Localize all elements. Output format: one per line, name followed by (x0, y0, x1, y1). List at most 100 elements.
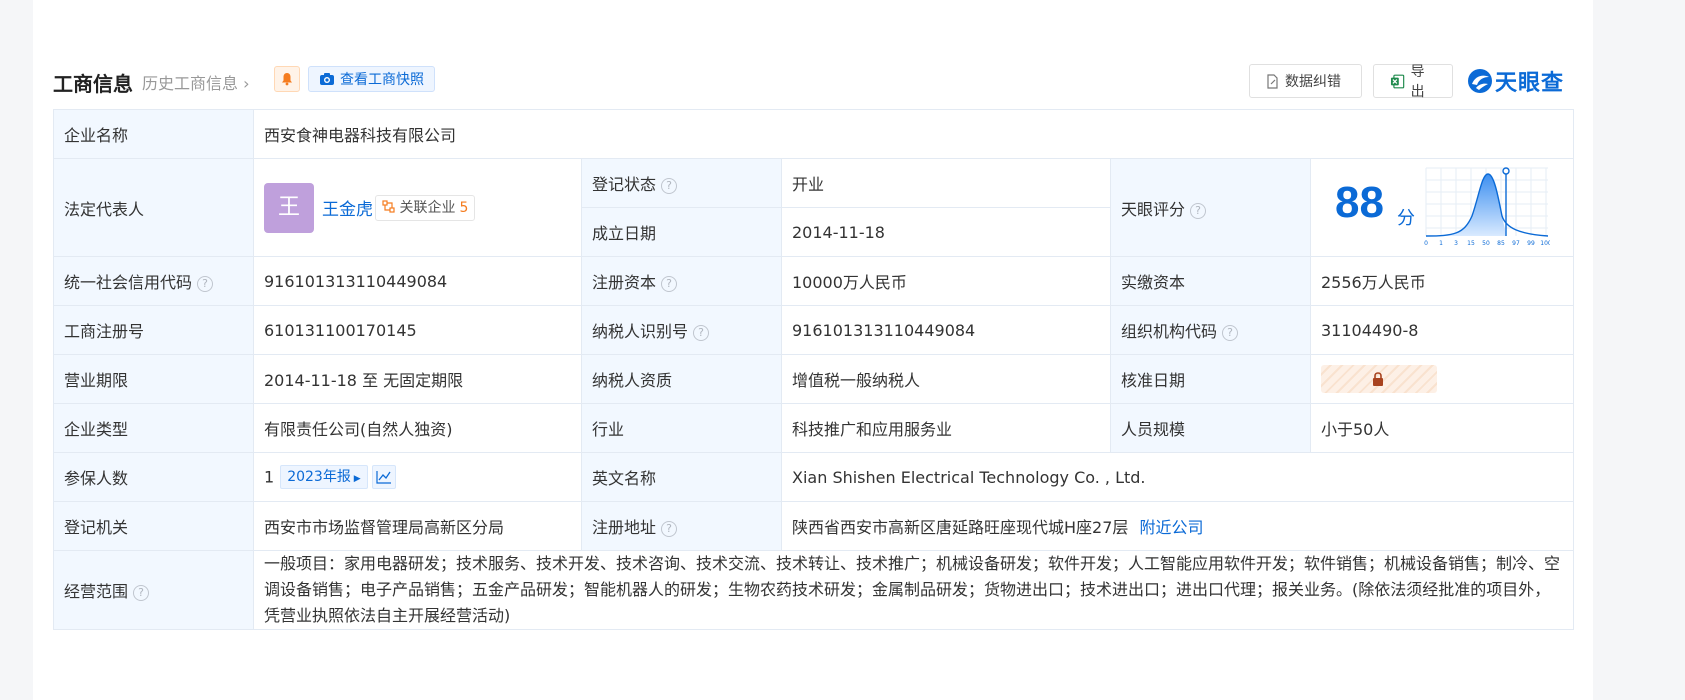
paid-capital-label: 实缴资本 (1110, 256, 1311, 306)
related-label: 关联企业 (399, 199, 456, 216)
table-row: 统一社会信用代码? 916101313110449084 注册资本? 10000… (53, 256, 1575, 306)
document-edit-icon (1267, 73, 1278, 89)
biz-term-label: 营业期限 (53, 354, 254, 404)
reg-capital-value: 10000万人民币 (781, 256, 1111, 306)
reg-address-cell: 陕西省西安市高新区唐延路旺座现代城H座27层 附近公司 (780, 501, 1575, 551)
taxpayer-id-label: 纳税人识别号? (581, 305, 782, 355)
data-correction-button[interactable]: 数据纠错 (1249, 64, 1362, 98)
business-info-table: 企业名称 西安食神电器科技有限公司 法定代表人 王王金虎 关联企业 5 登记状态?… (53, 109, 1575, 630)
view-snapshot-button[interactable]: 查看工商快照 (308, 66, 435, 92)
reg-address-label-text: 注册地址 (592, 518, 657, 537)
table-row: 工商注册号 610131100170145 纳税人识别号? 9161013131… (53, 305, 1575, 355)
biz-scope-value: 一般项目：家用电器研发；技术服务、技术开发、技术咨询、技术交流、技术转让、技术推… (252, 550, 1575, 630)
export-button[interactable]: 导出 (1373, 64, 1453, 100)
reg-authority-value: 西安市市场监督管理局高新区分局 (253, 501, 582, 551)
legal-rep-cell: 王王金虎 关联企业 5 (253, 158, 582, 257)
help-icon[interactable]: ? (1222, 325, 1239, 341)
network-icon (382, 199, 395, 213)
reg-status-label-text: 登记状态 (592, 175, 657, 194)
help-icon[interactable]: ? (661, 521, 678, 537)
trend-chart-icon[interactable] (371, 465, 396, 489)
taxpayer-qual-value: 增值税一般纳税人 (781, 354, 1111, 404)
biz-scope-label: 经营范围? (53, 550, 254, 630)
help-icon[interactable]: ? (133, 585, 150, 601)
credit-code-label-text: 统一社会信用代码 (64, 273, 193, 292)
history-business-info-link[interactable]: 历史工商信息 › (142, 70, 250, 94)
export-label: 导出 (1410, 64, 1425, 100)
score-value: 88 (1335, 177, 1384, 227)
reg-address-value: 陕西省西安市高新区唐延路旺座现代城H座27层 (792, 518, 1129, 537)
lock-icon (1373, 372, 1383, 386)
score-distribution-chart: 0 1 3 15 50 85 97 99 100 (1424, 166, 1550, 247)
org-code-label-text: 组织机构代码 (1121, 322, 1218, 341)
related-companies-button[interactable]: 关联企业 5 (375, 194, 476, 221)
correct-label: 数据纠错 (1285, 74, 1341, 90)
score-axis-tick: 0 (1424, 240, 1428, 247)
score-axis-tick: 1 (1439, 240, 1443, 247)
chevron-right-icon: › (238, 74, 250, 93)
industry-value: 科技推广和应用服务业 (781, 403, 1111, 453)
help-icon[interactable]: ? (693, 325, 710, 341)
org-code-value: 31104490-8 (1309, 305, 1575, 355)
score-axis-tick: 97 (1512, 240, 1520, 247)
insured-label: 参保人数 (53, 452, 254, 502)
founded-label: 成立日期 (581, 207, 782, 257)
reg-address-label: 注册地址? (581, 501, 782, 551)
approval-date-cell (1309, 354, 1575, 404)
company-name-label: 企业名称 (53, 109, 254, 159)
biz-reg-no-value: 610131100170145 (253, 305, 582, 355)
related-count: 5 (459, 199, 469, 216)
score-axis-tick: 100 (1540, 240, 1550, 247)
nearby-companies-link[interactable]: 附近公司 (1140, 518, 1204, 537)
insured-count: 1 (264, 467, 275, 487)
caret-right-icon: ▶ (350, 474, 361, 484)
approval-date-label: 核准日期 (1110, 354, 1311, 404)
english-name-value: Xian Shishen Electrical Technology Co. ,… (780, 452, 1575, 502)
score-cell[interactable]: 88 分 0 1 3 15 50 85 97 99 100 (1309, 158, 1575, 257)
legal-rep-name-link[interactable]: 王金虎 (322, 195, 373, 220)
staff-size-label: 人员规模 (1110, 403, 1311, 453)
staff-size-value: 小于50人 (1309, 403, 1575, 453)
camera-icon (320, 73, 334, 85)
table-row: 企业名称 西安食神电器科技有限公司 (53, 109, 1575, 159)
table-row: 法定代表人 王王金虎 关联企业 5 登记状态? 开业 天眼评分? 88 分 0 … (53, 158, 1575, 257)
industry-label: 行业 (581, 403, 782, 453)
bell-icon[interactable] (274, 66, 300, 92)
score-axis-tick: 15 (1467, 240, 1475, 247)
biz-scope-label-text: 经营范围 (64, 582, 129, 601)
insured-cell: 1 2023年报 ▶ (253, 452, 582, 502)
score-axis-tick: 85 (1497, 240, 1505, 247)
tianyancha-logo: 天眼查 (1467, 64, 1564, 98)
snapshot-label: 查看工商快照 (340, 72, 424, 88)
reg-status-value: 开业 (781, 158, 1111, 208)
logo-text: 天眼查 (1495, 71, 1565, 96)
score-axis-tick: 3 (1454, 240, 1458, 247)
score-unit: 分 (1397, 207, 1415, 229)
credit-code-value: 916101313110449084 (253, 256, 582, 306)
reg-capital-label: 注册资本? (581, 256, 782, 306)
company-type-value: 有限责任公司(自然人独资) (253, 403, 582, 453)
score-label-text: 天眼评分 (1121, 199, 1186, 219)
help-icon[interactable]: ? (1190, 202, 1207, 219)
table-row: 参保人数 1 2023年报 ▶ 英文名称 Xian Shishen Electri… (53, 452, 1575, 502)
annual-report-tag[interactable]: 2023年报 ▶ (280, 465, 368, 489)
help-icon[interactable]: ? (661, 276, 678, 292)
locked-value[interactable] (1321, 365, 1437, 393)
company-type-label: 企业类型 (53, 403, 254, 453)
paid-capital-value: 2556万人民币 (1309, 256, 1575, 306)
section-title: 工商信息 (53, 72, 133, 96)
table-row: 登记机关 西安市市场监督管理局高新区分局 注册地址? 陕西省西安市高新区唐延路旺… (53, 501, 1575, 551)
taxpayer-id-label-text: 纳税人识别号 (592, 322, 689, 341)
score-axis-tick: 99 (1527, 240, 1535, 247)
help-icon[interactable]: ? (197, 276, 214, 292)
taxpayer-id-value: 916101313110449084 (781, 305, 1111, 355)
biz-term-value: 2014-11-18 至 无固定期限 (253, 354, 582, 404)
help-icon[interactable]: ? (661, 178, 678, 194)
reg-authority-label: 登记机关 (53, 501, 254, 551)
table-row: 经营范围? 一般项目：家用电器研发；技术服务、技术开发、技术咨询、技术交流、技术… (53, 550, 1575, 630)
reg-status-label: 登记状态? (581, 158, 782, 208)
avatar[interactable]: 王 (264, 182, 314, 233)
table-row: 营业期限 2014-11-18 至 无固定期限 纳税人资质 增值税一般纳税人 核… (53, 354, 1575, 404)
annual-report-label: 2023年报 (287, 469, 351, 485)
history-link-label: 历史工商信息 (142, 74, 239, 93)
